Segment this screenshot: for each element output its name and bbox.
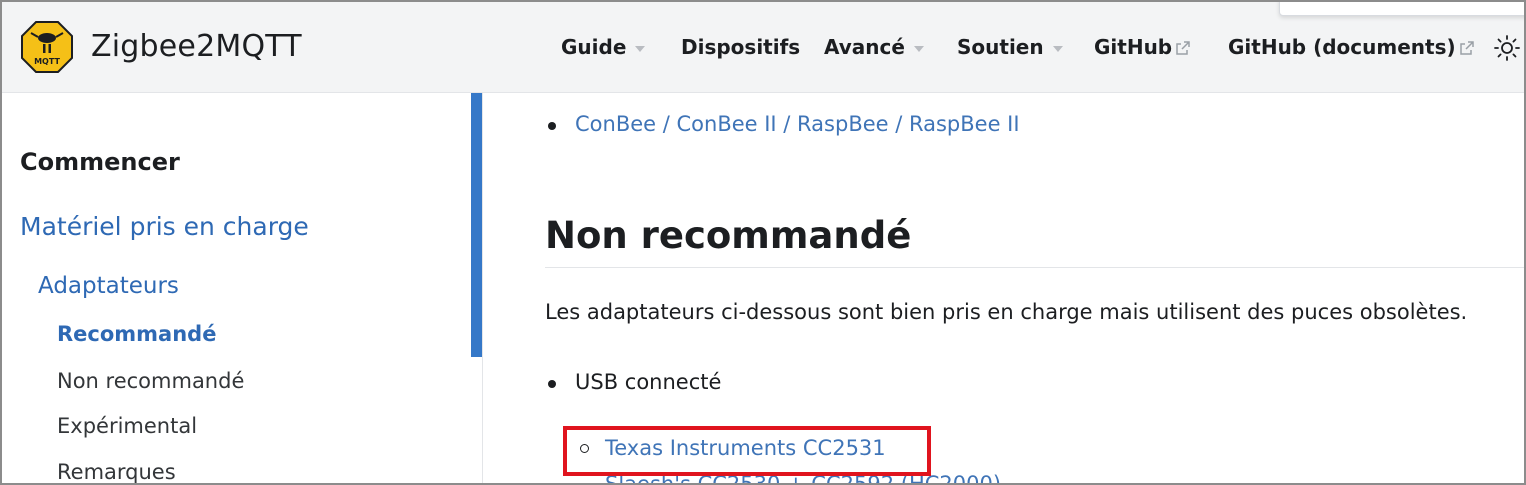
- list-item-usb: USB connecté: [575, 370, 722, 394]
- nav-dispositifs-label: Dispositifs: [681, 35, 801, 59]
- sidebar: Commencer Matériel pris en charge Adapta…: [2, 93, 483, 483]
- sun-icon[interactable]: [1493, 34, 1521, 62]
- external-link-icon: [1176, 40, 1190, 55]
- sidebar-item-recommande[interactable]: Recommandé: [57, 322, 216, 346]
- sidebar-section-commencer[interactable]: Commencer: [20, 148, 180, 176]
- sidebar-item-remarques[interactable]: Remarques: [57, 460, 176, 483]
- nav-guide-label: Guide: [561, 35, 627, 59]
- nav-github-docs[interactable]: GitHub (documents): [1228, 35, 1475, 59]
- highlight-box: [563, 426, 931, 476]
- link-conbee[interactable]: ConBee / ConBee II / RaspBee / RaspBee I…: [575, 112, 1020, 136]
- sidebar-subcategory-adaptateurs[interactable]: Adaptateurs: [38, 273, 179, 299]
- chevron-down-icon: [1052, 45, 1063, 52]
- heading-divider: [545, 267, 1524, 268]
- nav-github-label: GitHub: [1094, 35, 1173, 59]
- sidebar-item-non-recommande[interactable]: Non recommandé: [57, 369, 244, 393]
- section-heading: Non recommandé: [545, 214, 912, 257]
- nav-avance[interactable]: Avancé: [824, 35, 924, 59]
- nav-github[interactable]: GitHub: [1094, 35, 1191, 59]
- bullet-icon: [548, 380, 556, 388]
- brand-title[interactable]: Zigbee2MQTT: [91, 29, 302, 64]
- sidebar-item-experimental[interactable]: Expérimental: [57, 414, 197, 438]
- external-link-icon: [1459, 40, 1474, 55]
- nav-soutien-label: Soutien: [957, 35, 1044, 59]
- sidebar-scrollbar[interactable]: [471, 93, 482, 357]
- nav-avance-label: Avancé: [824, 35, 905, 59]
- bullet-icon: [548, 122, 556, 130]
- nav-soutien[interactable]: Soutien: [957, 35, 1063, 59]
- svg-text:MQTT: MQTT: [34, 57, 60, 66]
- chevron-down-icon: [635, 45, 646, 52]
- nav-guide[interactable]: Guide: [561, 35, 646, 59]
- section-paragraph: Les adaptateurs ci-dessous sont bien pri…: [545, 300, 1468, 324]
- nav-github-docs-label: GitHub (documents): [1228, 35, 1456, 59]
- sidebar-category-materiel[interactable]: Matériel pris en charge: [20, 212, 309, 241]
- browser-frame: MQTT Zigbee2MQTT Guide Dispositifs Avanc…: [0, 0, 1526, 485]
- zigbee2mqtt-logo-icon[interactable]: MQTT: [21, 21, 73, 73]
- search-dropdown[interactable]: [1279, 2, 1524, 16]
- chevron-down-icon: [913, 45, 924, 52]
- nav-dispositifs[interactable]: Dispositifs: [681, 35, 800, 59]
- top-navbar: MQTT Zigbee2MQTT Guide Dispositifs Avanc…: [2, 2, 1524, 93]
